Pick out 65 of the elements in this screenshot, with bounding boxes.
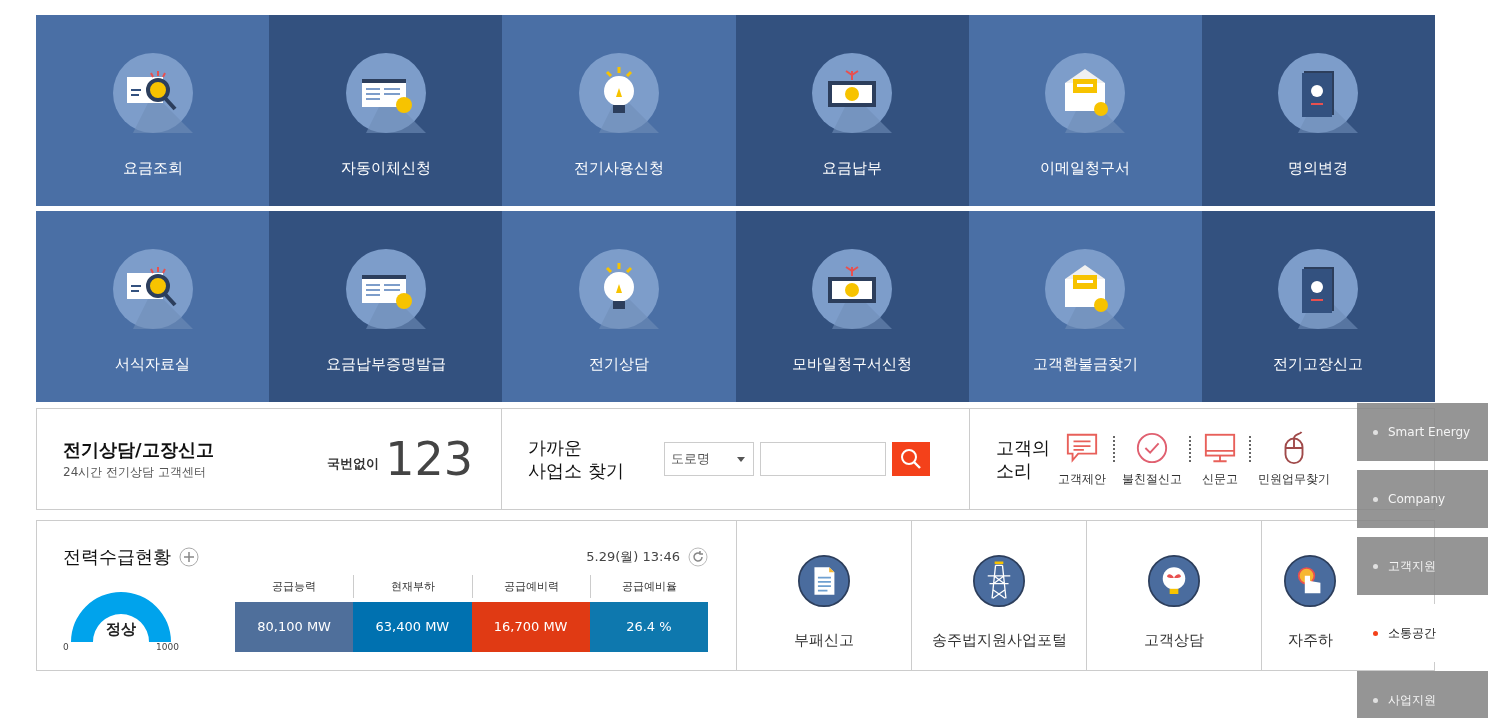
- stat-value: 63,400 MW: [353, 602, 472, 652]
- menu-tile[interactable]: 이메일청구서: [968, 15, 1202, 206]
- scale-label: 1000: [156, 642, 179, 652]
- section-title: 전기상담/고장신고: [63, 437, 215, 462]
- plus-icon: [179, 547, 199, 567]
- passport-icon: [1278, 53, 1359, 133]
- money-icon: [812, 53, 893, 133]
- quick-link[interactable]: 부패신고: [737, 521, 912, 670]
- menu-tile[interactable]: 자동이체신청: [269, 15, 503, 206]
- passport-icon: [1278, 249, 1359, 329]
- card-icon: [345, 53, 426, 133]
- menu-tile[interactable]: 요금납부증명발급: [269, 211, 503, 402]
- section-title: 전력수급현황: [63, 545, 171, 569]
- more-button[interactable]: [179, 547, 199, 567]
- bulb-icon: [578, 249, 659, 329]
- menu-tile[interactable]: 요금납부: [735, 15, 969, 206]
- bulb-icon: [578, 53, 659, 133]
- menu-tile[interactable]: 전기고장신고: [1201, 211, 1436, 402]
- refresh-icon: [688, 547, 708, 567]
- refresh-button[interactable]: [688, 547, 708, 567]
- section-subtitle: 24시간 전기상담 고객센터: [63, 463, 207, 481]
- phone-number: 123: [385, 436, 473, 482]
- search-button[interactable]: [892, 442, 930, 476]
- search-icon: [112, 53, 193, 133]
- tower-icon: [973, 555, 1025, 607]
- touch-icon: [1284, 555, 1336, 607]
- stat-value: 80,100 MW: [235, 602, 354, 652]
- document-icon: [798, 555, 850, 607]
- mail-icon: [1045, 249, 1126, 329]
- bulb-icon: [1148, 555, 1200, 607]
- stat-label: 공급예비율: [589, 575, 708, 598]
- quick-link[interactable]: 자주하: [1262, 521, 1358, 670]
- menu-tile[interactable]: 고객환불금찾기: [968, 211, 1202, 402]
- timestamp: 5.29(월) 13:46: [586, 548, 680, 566]
- stat-label: 공급능력: [271, 579, 318, 595]
- stat-label: 공급예비력: [471, 575, 590, 598]
- caret-icon: [737, 456, 745, 462]
- quick-link[interactable]: 고객상담: [1087, 521, 1262, 670]
- menu-tile[interactable]: 전기사용신청: [502, 15, 736, 206]
- menu-tile[interactable]: 명의변경: [1201, 15, 1436, 206]
- money-icon: [812, 249, 893, 329]
- scale-label: 0: [63, 642, 69, 652]
- search-icon: [899, 447, 923, 471]
- menu-tile[interactable]: 요금조회: [36, 15, 270, 206]
- voice-link[interactable]: 신문고: [1198, 430, 1242, 488]
- card-icon: [345, 249, 426, 329]
- voice-link[interactable]: 불친절신고: [1122, 430, 1182, 488]
- search-field[interactable]: [760, 442, 886, 476]
- stat-label: 현재부하: [353, 575, 472, 598]
- menu-tile[interactable]: 서식자료실: [36, 211, 270, 402]
- stat-value: 16,700 MW: [471, 602, 590, 652]
- number-prefix: 국번없이: [327, 455, 380, 473]
- voice-link[interactable]: 민원업무찾기: [1258, 430, 1330, 488]
- menu-tile[interactable]: 모바일청구서신청: [735, 211, 969, 402]
- stat-value: 26.4 %: [589, 602, 708, 652]
- gauge-status: 정상: [106, 620, 136, 639]
- quick-link[interactable]: 송주법지원사업포털: [912, 521, 1087, 670]
- menu-tile[interactable]: 전기상담: [502, 211, 736, 402]
- check-icon: [1135, 430, 1169, 465]
- search-icon: [112, 249, 193, 329]
- section-title: 가까운 사업소 찾기: [528, 435, 625, 483]
- voice-link[interactable]: 고객제안: [1058, 430, 1106, 488]
- mail-icon: [1045, 53, 1126, 133]
- section-title: 고객의 소리: [996, 435, 1051, 483]
- address-type-dropdown[interactable]: 도로명: [664, 442, 754, 476]
